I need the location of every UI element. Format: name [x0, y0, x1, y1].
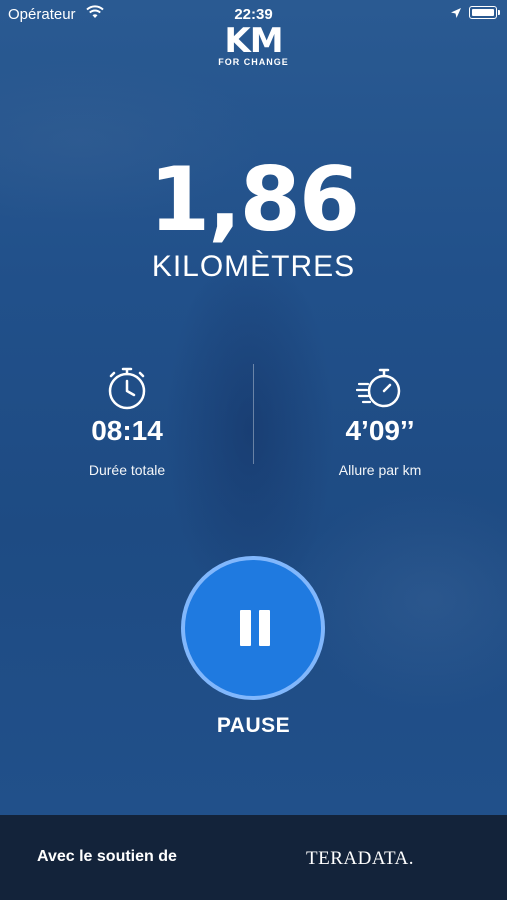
- pause-icon: [240, 610, 251, 646]
- duration-label: Durée totale: [88, 462, 166, 478]
- pause-button[interactable]: [181, 556, 325, 700]
- battery-icon: [469, 6, 500, 19]
- stopwatch-icon: [108, 367, 146, 410]
- logo-sub-text: FOR CHANGE: [218, 57, 289, 67]
- teradata-logo: TERADATA.: [306, 848, 414, 869]
- distance-unit: KILOMÈTRES: [151, 250, 356, 283]
- duration-stat: 08:14 Durée totale: [0, 364, 254, 478]
- logo-main-text: KM: [224, 21, 283, 61]
- speed-stopwatch-icon: [356, 368, 401, 408]
- sponsor-footer: Avec le soutien de TERADATA.: [0, 815, 507, 900]
- km-for-change-logo: KM FOR CHANGE: [0, 24, 507, 67]
- pace-label: Allure par km: [338, 462, 422, 478]
- location-arrow-icon: [451, 8, 461, 18]
- pace-stat: 4’09’’ Allure par km: [253, 364, 507, 478]
- pause-label: PAUSE: [216, 714, 291, 737]
- duration-value: 08:14: [91, 415, 163, 446]
- support-text: Avec le soutien de: [37, 848, 177, 865]
- pause-icon-bar: [259, 610, 270, 646]
- pace-value: 4’09’’: [345, 415, 415, 446]
- distance-value: 1,86: [148, 148, 360, 251]
